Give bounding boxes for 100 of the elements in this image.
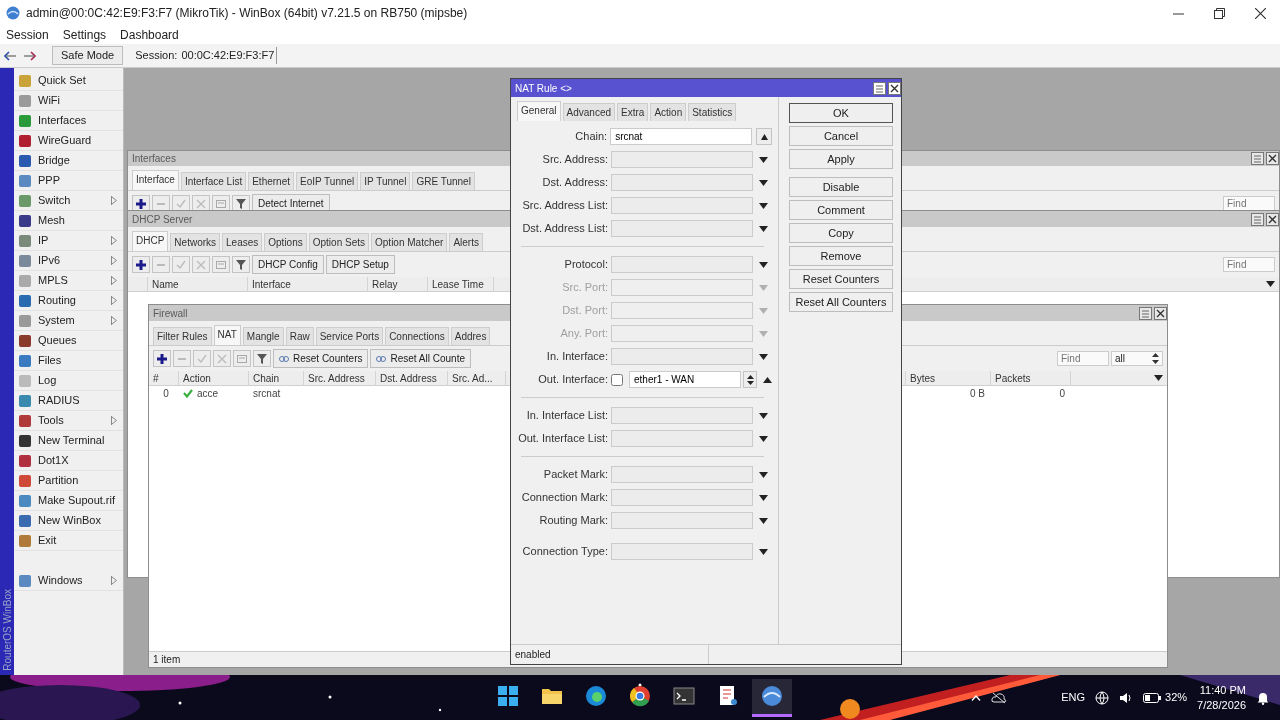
column-header[interactable]: Bytes	[906, 370, 991, 386]
filter-button[interactable]	[253, 350, 271, 367]
column-header[interactable]: Src. Address	[304, 370, 376, 386]
enable-button[interactable]	[172, 195, 190, 211]
menu-item[interactable]: Windows	[14, 571, 123, 591]
close-icon[interactable]	[1266, 152, 1279, 165]
menu-item[interactable]: New Terminal	[14, 431, 123, 451]
filter-button[interactable]	[232, 195, 250, 211]
column-header[interactable]: #	[149, 370, 179, 386]
menu-item[interactable]: Settings	[62, 26, 107, 44]
dropdown-caret-icon[interactable]	[759, 179, 768, 186]
tab[interactable]: NAT	[213, 325, 241, 345]
battery-icon[interactable]	[1143, 692, 1162, 703]
column-header[interactable]: Action	[179, 370, 249, 386]
negate-checkbox[interactable]	[611, 373, 623, 386]
column-header[interactable]: Relay	[368, 276, 428, 292]
column-menu-icon[interactable]	[1154, 375, 1163, 381]
tab[interactable]: Advanced	[562, 103, 616, 121]
menu-item[interactable]: Bridge	[14, 151, 123, 171]
dropdown-caret-icon[interactable]	[759, 156, 768, 163]
close-icon[interactable]	[1255, 7, 1266, 19]
dialog-button[interactable]: Copy	[789, 223, 893, 243]
chevron-up-icon[interactable]	[971, 694, 982, 701]
menu-item[interactable]: IPv6	[14, 251, 123, 271]
menu-item[interactable]: Session	[6, 26, 49, 44]
tab[interactable]: Statistics	[688, 103, 737, 121]
clock-date[interactable]: 7/28/2026	[1197, 697, 1246, 713]
menu-item[interactable]: Partition	[14, 471, 123, 491]
filter-dropdown[interactable]: all	[1111, 351, 1163, 366]
combo-field[interactable]	[611, 174, 753, 191]
column-header[interactable]: Src. Ad...	[448, 370, 506, 386]
toolbar-button[interactable]: Reset Counters	[273, 349, 369, 368]
close-icon[interactable]	[1154, 306, 1167, 320]
menu-item[interactable]: Queues	[14, 331, 123, 351]
menu-item[interactable]: Exit	[14, 531, 123, 551]
tab[interactable]: Mangle	[242, 327, 284, 345]
dropdown-caret-icon[interactable]	[759, 471, 768, 478]
tab[interactable]: Addres	[450, 327, 491, 345]
collapse-icon[interactable]	[763, 376, 772, 383]
menu-item[interactable]: New WinBox	[14, 511, 123, 531]
taskbar-button[interactable]	[752, 678, 792, 717]
close-icon[interactable]	[1266, 212, 1279, 226]
combo-field[interactable]	[611, 348, 753, 365]
tab[interactable]: Action	[650, 103, 687, 121]
menu-item[interactable]: Interfaces	[14, 111, 123, 131]
combo-field[interactable]	[611, 197, 753, 214]
tab[interactable]: Option Matcher	[371, 233, 448, 251]
menu-item[interactable]: IP	[14, 231, 123, 251]
menu-item[interactable]: Mesh	[14, 211, 123, 231]
disable-button[interactable]	[192, 195, 210, 211]
toolbar-button[interactable]: Reset All Counte	[370, 349, 471, 368]
dropdown-caret-icon[interactable]	[759, 435, 768, 442]
tab[interactable]: Interface	[132, 170, 179, 190]
undo-icon[interactable]	[4, 49, 18, 62]
dialog-button[interactable]: Reset Counters	[789, 269, 893, 289]
dropdown-caret-icon[interactable]	[759, 494, 768, 501]
menu-item[interactable]: Dashboard	[120, 26, 179, 44]
interface-field[interactable]: ether1 - WAN	[629, 371, 741, 388]
dialog-button[interactable]: Comment	[789, 200, 893, 220]
dialog-button[interactable]: Remove	[789, 246, 893, 266]
language-indicator[interactable]: ENG	[1061, 689, 1086, 706]
comment-button[interactable]	[212, 195, 230, 211]
spinner-button[interactable]	[756, 128, 772, 145]
menu-item[interactable]: System	[14, 311, 123, 331]
menu-item[interactable]: MPLS	[14, 271, 123, 291]
restore-icon[interactable]	[1214, 7, 1225, 19]
column-menu-icon[interactable]	[1266, 281, 1275, 287]
maximize-icon[interactable]	[873, 81, 886, 95]
combo-field[interactable]	[611, 466, 753, 483]
close-icon[interactable]	[888, 81, 901, 95]
menu-item[interactable]: Make Supout.rif	[14, 491, 123, 511]
dropdown-caret-icon[interactable]	[759, 225, 768, 232]
tab[interactable]: Ethernet	[248, 172, 294, 190]
column-header[interactable]: Lease Time	[428, 276, 494, 292]
combo-field[interactable]	[611, 430, 753, 447]
column-header[interactable]: Interface	[248, 276, 368, 292]
combo-field[interactable]	[611, 220, 753, 237]
dropdown-caret-icon[interactable]	[759, 261, 768, 268]
find-field[interactable]: Find	[1057, 351, 1109, 366]
redo-icon[interactable]	[22, 49, 36, 62]
tab[interactable]: Networks	[170, 233, 221, 251]
chain-field[interactable]: srcnat	[610, 128, 753, 145]
combo-field[interactable]	[611, 407, 753, 424]
dropdown-caret-icon[interactable]	[759, 517, 768, 524]
tab[interactable]: Alerts	[449, 233, 483, 251]
column-header[interactable]: Packets	[991, 370, 1071, 386]
maximize-icon[interactable]	[1251, 212, 1264, 226]
dropdown-caret-icon[interactable]	[759, 412, 768, 419]
dialog-button[interactable]: OK	[789, 103, 893, 123]
combo-field[interactable]	[611, 151, 753, 168]
add-button[interactable]	[132, 256, 150, 273]
menu-item[interactable]: WireGuard	[14, 131, 123, 151]
spinner-button[interactable]	[743, 371, 757, 388]
maximize-icon[interactable]	[1251, 152, 1264, 165]
tab[interactable]: DHCP	[132, 231, 169, 251]
menu-item[interactable]: RADIUS	[14, 391, 123, 411]
safe-mode-button[interactable]: Safe Mode	[52, 46, 124, 65]
dropdown-caret-icon[interactable]	[759, 548, 768, 555]
toolbar-button[interactable]: DHCP Setup	[325, 255, 395, 274]
dialog-button[interactable]: Cancel	[789, 126, 893, 146]
